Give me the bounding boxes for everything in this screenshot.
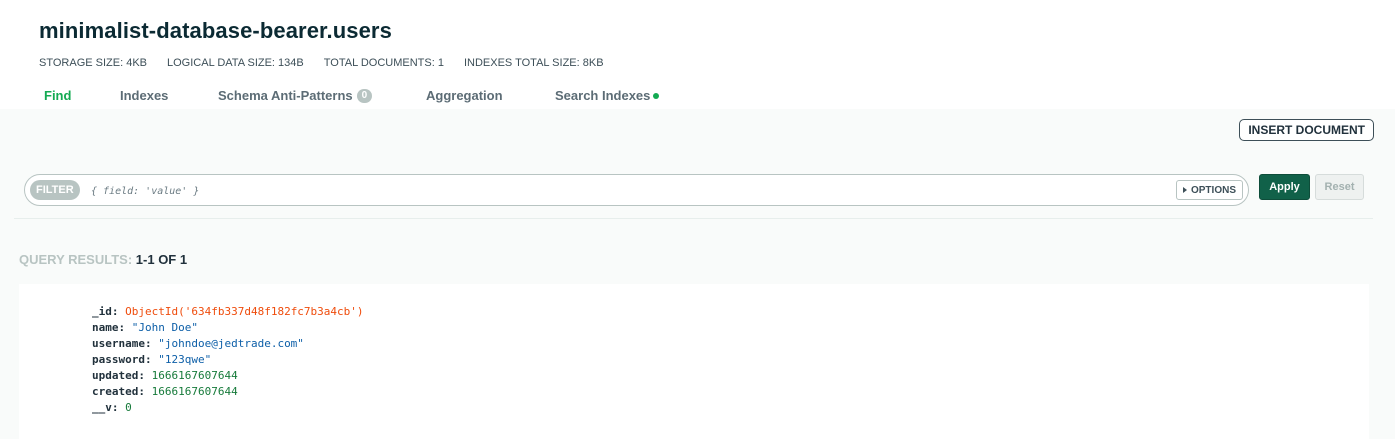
tab-aggregation[interactable]: Aggregation: [426, 88, 555, 103]
collection-title: minimalist-database-bearer.users: [39, 18, 392, 43]
tab-search-indexes-label: Search Indexes: [555, 88, 651, 103]
document-fields: _id: ObjectId('634fb337d48f182fc7b3a4cb'…: [92, 304, 364, 416]
field-value: "johndoe@jedtrade.com": [158, 337, 304, 350]
query-results-summary: QUERY RESULTS: 1-1 OF 1: [19, 252, 187, 267]
tab-indexes[interactable]: Indexes: [120, 88, 218, 103]
field-value: 1666167607644: [151, 385, 238, 398]
filter-label: FILTER: [30, 180, 80, 200]
options-label: OPTIONS: [1190, 184, 1236, 196]
field-value: ObjectId('634fb337d48f182fc7b3a4cb'): [125, 305, 364, 318]
document-field-row: created: 1666167607644: [92, 384, 364, 400]
collection-tabs: Find Indexes Schema Anti-Patterns 0 Aggr…: [44, 88, 660, 103]
field-key: password:: [92, 353, 152, 366]
apply-button[interactable]: Apply: [1259, 174, 1310, 200]
field-key: updated:: [92, 369, 145, 382]
tab-find-label: Find: [44, 88, 72, 103]
field-key: username:: [92, 337, 152, 350]
document-field-row: name: "John Doe": [92, 320, 364, 336]
stat-storage-size: STORAGE SIZE: 4KB: [39, 57, 147, 69]
field-key: created:: [92, 385, 145, 398]
stat-logical-data-size: LOGICAL DATA SIZE: 134B: [167, 57, 304, 69]
document-field-row: updated: 1666167607644: [92, 368, 364, 384]
document-card[interactable]: _id: ObjectId('634fb337d48f182fc7b3a4cb'…: [19, 284, 1369, 439]
tab-aggregation-label: Aggregation: [426, 88, 503, 103]
filter-bar: FILTER OPTIONS: [24, 174, 1249, 206]
divider: [14, 218, 1373, 219]
field-value: 0: [125, 401, 132, 414]
green-dot-icon: [653, 92, 660, 99]
filter-input[interactable]: [91, 181, 1161, 201]
tab-search-indexes[interactable]: Search Indexes: [555, 88, 660, 103]
find-view: INSERT DOCUMENT FILTER OPTIONS Apply Res…: [0, 109, 1395, 439]
field-value: "123qwe": [158, 353, 212, 366]
document-field-row: __v: 0: [92, 400, 364, 416]
document-field-row: password: "123qwe": [92, 352, 364, 368]
options-button[interactable]: OPTIONS: [1175, 180, 1243, 200]
field-key: _id:: [92, 305, 119, 318]
tab-find[interactable]: Find: [44, 88, 120, 103]
document-field-row: _id: ObjectId('634fb337d48f182fc7b3a4cb'…: [92, 304, 364, 320]
field-value: 1666167607644: [151, 369, 238, 382]
collection-header: minimalist-database-bearer.users STORAGE…: [0, 0, 1395, 109]
query-results-count: 1-1 OF 1: [135, 252, 188, 267]
field-key: name:: [92, 321, 126, 334]
tab-indexes-label: Indexes: [120, 88, 169, 103]
stat-indexes-total-size: INDEXES TOTAL SIZE: 8KB: [463, 57, 604, 69]
insert-document-button[interactable]: INSERT DOCUMENT: [1239, 119, 1374, 141]
stat-total-documents: TOTAL DOCUMENTS: 1: [323, 57, 444, 69]
field-value: "John Doe": [131, 321, 198, 334]
field-key: __v:: [92, 401, 119, 414]
collection-stats: STORAGE SIZE: 4KB LOGICAL DATA SIZE: 134…: [39, 57, 604, 69]
document-field-row: username: "johndoe@jedtrade.com": [92, 336, 364, 352]
tab-schema-anti-patterns[interactable]: Schema Anti-Patterns 0: [218, 88, 426, 103]
caret-right-icon: [1182, 187, 1187, 193]
reset-button[interactable]: Reset: [1315, 174, 1364, 200]
tab-schema-anti-patterns-label: Schema Anti-Patterns: [218, 88, 353, 103]
query-results-label: QUERY RESULTS:: [19, 252, 133, 267]
schema-count-badge: 0: [356, 88, 373, 103]
